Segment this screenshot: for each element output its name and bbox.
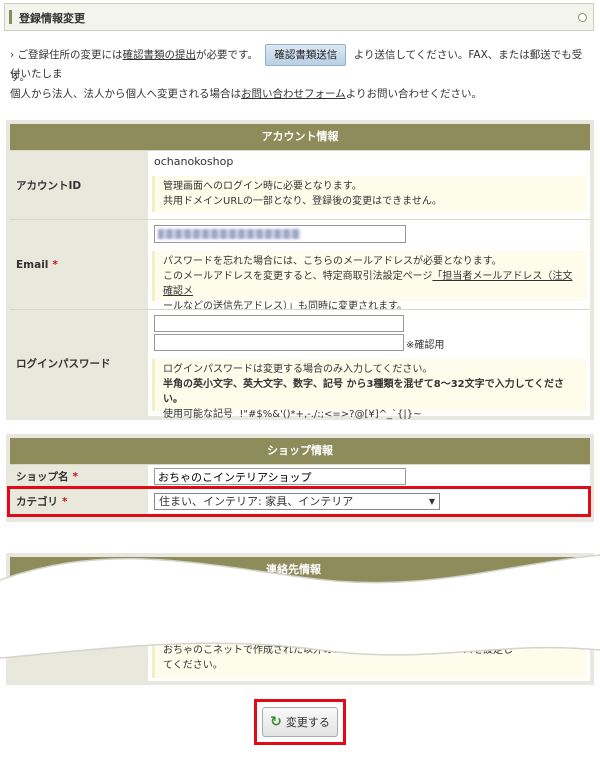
notice-line3: 個人から法人、法人から個人へ変更される場合はお問い合わせフォームよりお問い合わせ… (10, 88, 482, 100)
account-id-row: アカウントID ochanokoshop 管理画面へのログイン時に必要となります… (10, 150, 590, 219)
password-row: ログインパスワード ※確認用 ログインパスワードは変更する場合のみ入力してくださ… (10, 309, 590, 420)
help-text: ログインパスワードは変更する場合のみ入力してください。 半角の英小文字、英大文字… (152, 359, 586, 420)
notice-line2: す。 (10, 71, 30, 83)
required-mark: * (72, 470, 79, 483)
field-label: ショップ名 * (10, 465, 148, 488)
category-highlight (7, 486, 591, 517)
field-label: ご連絡先Email (10, 632, 148, 681)
submit-button[interactable]: ↻ 変更する (262, 707, 338, 737)
circle-icon (578, 13, 587, 22)
header-accent (9, 10, 12, 24)
contact-section: 連絡先情報 ご連絡先Email おちゃのこネットで作成された以外のメール アドレス… (6, 553, 594, 685)
page-title: 登録情報変更 (19, 12, 85, 25)
page-header: 登録情報変更 (4, 3, 594, 31)
section-heading: アカウント情報 (10, 124, 590, 150)
notice-text: ご登録住所の変更には (17, 49, 123, 61)
account-section: アカウント情報 アカウントID ochanokoshop 管理画面へのログイン時… (6, 120, 594, 420)
required-mark: * (52, 258, 58, 271)
notice-text: が必要です。 (196, 49, 258, 61)
confirm-suffix: ※確認用 (406, 340, 445, 351)
account-id-value: ochanokoshop (154, 155, 234, 168)
notice-line1: › ご登録住所の変更には確認書類の提出が必要です。 確認書類送信 より送信してく… (10, 44, 590, 83)
section-heading: ショップ情報 (10, 438, 590, 464)
refresh-arrow-icon: ↻ (270, 714, 282, 730)
help-text: おちゃのこネットで作成された以外のメール アドレスを設定し てください。 (152, 640, 586, 678)
password-input[interactable] (154, 315, 404, 332)
shop-name-row: ショップ名 * (10, 464, 590, 488)
contact-form-link[interactable]: お問い合わせフォーム (241, 88, 346, 100)
contact-email-row: ご連絡先Email おちゃのこネットで作成された以外のメール アドレスを設定し て… (10, 631, 590, 681)
documents-link[interactable]: 確認書類の提出 (123, 49, 197, 61)
blurred-email (158, 229, 300, 239)
password-confirm-input[interactable] (154, 334, 404, 351)
email-row: Email * パスワードを忘れた場合には、こちらのメールアドレスが必要となります… (10, 219, 590, 312)
notice: › ご登録住所の変更には確認書類の提出が必要です。 確認書類送信 より送信してく… (10, 44, 590, 100)
field-label: Email * (10, 220, 148, 309)
help-text: パスワードを忘れた場合には、こちらのメールアドレスが必要となります。 このメール… (152, 251, 586, 312)
send-documents-button[interactable]: 確認書類送信 (265, 44, 347, 66)
field-label: ログインパスワード (10, 310, 148, 416)
help-text: 管理画面へのログイン時に必要となります。 共用ドメインURLの一部となり、登録後… (152, 176, 586, 212)
field-label: アカウントID (10, 151, 148, 219)
shop-name-input[interactable] (154, 468, 406, 485)
section-heading: 連絡先情報 (10, 557, 590, 583)
email-input[interactable] (154, 225, 406, 243)
